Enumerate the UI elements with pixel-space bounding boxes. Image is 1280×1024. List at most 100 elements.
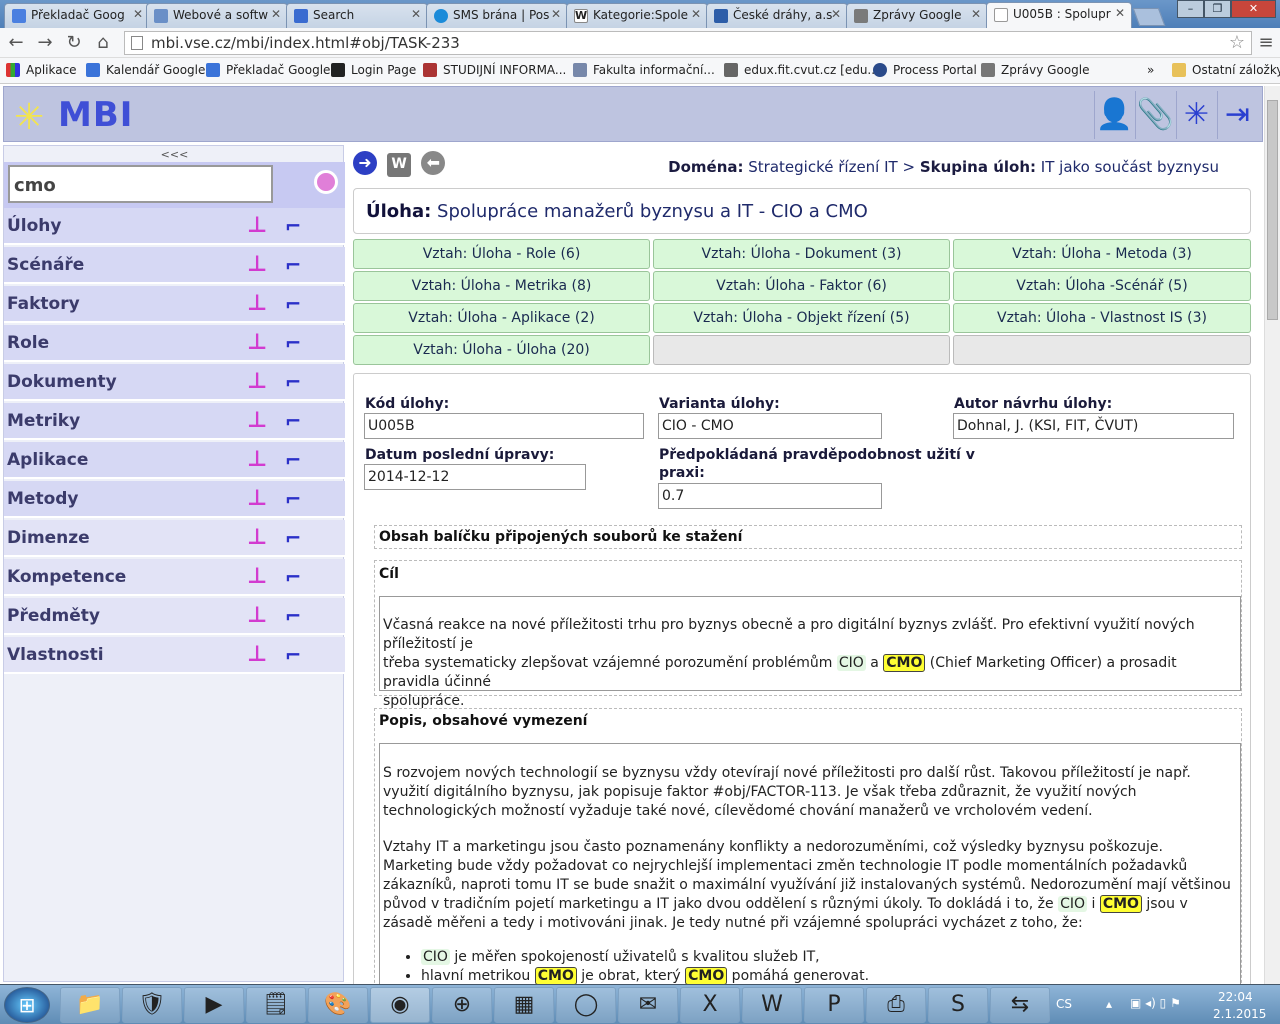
browser-tab[interactable]: České dráhy, a.s ✕: [706, 3, 848, 28]
tray-icons[interactable]: ▣ ◂) ▯ ⚑: [1130, 996, 1181, 1010]
tab-close-icon[interactable]: ✕: [411, 7, 421, 21]
bookmark-item[interactable]: Překladač Google: [206, 63, 330, 77]
browser-tab-active[interactable]: U005B : Spolupr ✕: [986, 2, 1132, 29]
stairs-icon[interactable]: ⌐: [278, 447, 308, 473]
date-field[interactable]: 2014-12-12: [364, 464, 586, 490]
tree-icon[interactable]: ⊥: [242, 291, 272, 317]
back-icon[interactable]: ←: [4, 32, 28, 53]
stairs-icon[interactable]: ⌐: [278, 330, 308, 356]
calculator-icon[interactable]: ▦: [494, 987, 554, 1023]
stairs-icon[interactable]: ⌐: [278, 369, 308, 395]
shield-app-icon[interactable]: 🛡: [122, 987, 182, 1023]
stairs-icon[interactable]: ⌐: [278, 642, 308, 668]
stairs-icon[interactable]: ⌐: [278, 564, 308, 590]
keyword-cmo[interactable]: CMO: [534, 967, 577, 985]
page-scrollbar[interactable]: [1264, 86, 1280, 984]
stairs-icon[interactable]: ⌐: [278, 213, 308, 239]
sidebar-item-metriky[interactable]: Metriky ⊥ ⌐: [4, 403, 345, 440]
browser-tab[interactable]: Zprávy Google ✕: [846, 3, 988, 28]
stairs-icon[interactable]: ⌐: [278, 252, 308, 278]
bookmark-star-icon[interactable]: ☆: [1229, 32, 1245, 53]
sidebar-item-dimenze[interactable]: Dimenze ⊥ ⌐: [4, 520, 345, 557]
address-bar[interactable]: mbi.vse.cz/mbi/index.html#obj/TASK-233 ☆: [124, 31, 1252, 55]
tab-close-icon[interactable]: ✕: [271, 7, 281, 21]
close-window-icon[interactable]: ✕: [1231, 0, 1276, 18]
skype-icon[interactable]: S: [928, 987, 988, 1023]
tree-icon[interactable]: ⊥: [242, 603, 272, 629]
browser-tab[interactable]: Překladač Goog ✕: [4, 3, 150, 28]
tree-icon[interactable]: ⊥: [242, 369, 272, 395]
variant-field[interactable]: CIO - CMO: [658, 413, 882, 439]
scrollbar-thumb[interactable]: [1267, 100, 1278, 320]
forward-arrow-icon[interactable]: ➜: [353, 151, 377, 175]
clock-date[interactable]: 2.1.2015: [1213, 1007, 1266, 1021]
tree-icon[interactable]: ⊥: [242, 486, 272, 512]
tree-icon[interactable]: ⊥: [242, 252, 272, 278]
browser-tab[interactable]: Webové a softw ✕: [146, 3, 288, 28]
browser-tab[interactable]: SMS brána | Pos ✕: [426, 3, 568, 28]
bookmark-item[interactable]: Zprávy Google: [981, 63, 1089, 77]
relation-button[interactable]: Vztah: Úloha - Metrika (8): [353, 271, 650, 301]
bookmark-item[interactable]: Process Portal: [873, 63, 977, 77]
relation-button[interactable]: Vztah: Úloha - Objekt řízení (5): [653, 303, 950, 333]
stairs-icon[interactable]: ⌐: [278, 408, 308, 434]
powerpoint-icon[interactable]: P: [804, 987, 864, 1023]
tab-close-icon[interactable]: ✕: [971, 7, 981, 21]
back-arrow-icon[interactable]: ⬅: [421, 151, 446, 175]
search-input[interactable]: cmo: [8, 165, 273, 203]
bookmark-item[interactable]: Login Page: [331, 63, 416, 77]
tree-icon[interactable]: ⊥: [242, 564, 272, 590]
probability-field[interactable]: 0.7: [658, 483, 882, 509]
chrome-icon[interactable]: ◉: [370, 987, 430, 1023]
outlook-icon[interactable]: ✉: [618, 987, 678, 1023]
domain-link[interactable]: Strategické řízení IT: [748, 158, 897, 176]
bookmark-item[interactable]: STUDIJNÍ INFORMA...: [423, 63, 566, 77]
language-indicator[interactable]: CS: [1056, 997, 1072, 1011]
stairs-icon[interactable]: ⌐: [278, 486, 308, 512]
reload-icon[interactable]: ↻: [62, 32, 86, 53]
lifebuoy-icon[interactable]: ⊕: [432, 987, 492, 1023]
tab-close-icon[interactable]: ✕: [691, 7, 701, 21]
sidebar-item-ulohy[interactable]: Úlohy ⊥ ⌐: [4, 208, 345, 245]
user-icon[interactable]: 👤: [1094, 91, 1134, 139]
stairs-icon[interactable]: ⌐: [278, 603, 308, 629]
tree-icon[interactable]: ⊥: [242, 447, 272, 473]
sidebar-item-aplikace[interactable]: Aplikace ⊥ ⌐: [4, 442, 345, 479]
other-bookmarks-folder[interactable]: Ostatní záložky: [1172, 63, 1280, 77]
collapse-sidebar-button[interactable]: <<<: [4, 148, 345, 161]
tree-icon[interactable]: ⊥: [242, 330, 272, 356]
sidebar-item-dokumenty[interactable]: Dokumenty ⊥ ⌐: [4, 364, 345, 401]
relation-button[interactable]: Vztah: Úloha - Faktor (6): [653, 271, 950, 301]
tree-icon[interactable]: ⊥: [242, 408, 272, 434]
relation-button[interactable]: Vztah: Úloha - Dokument (3): [653, 239, 950, 269]
bookmark-item[interactable]: edux.fit.cvut.cz [edu...: [724, 63, 879, 77]
relation-button[interactable]: Vztah: Úloha - Vlastnost IS (3): [953, 303, 1251, 333]
start-button[interactable]: ⊞: [4, 987, 50, 1023]
keyword-cmo[interactable]: CMO: [883, 654, 926, 672]
excel-icon[interactable]: X: [680, 987, 740, 1023]
browser-tab[interactable]: Search ✕: [286, 3, 428, 28]
bookmark-item[interactable]: Kalendář Google: [86, 63, 205, 77]
tree-icon[interactable]: ⊥: [242, 642, 272, 668]
relation-button[interactable]: Vztah: Úloha -Scénář (5): [953, 271, 1251, 301]
mbi-logo[interactable]: ✳ MBI: [14, 95, 133, 138]
tree-icon[interactable]: ⊥: [242, 213, 272, 239]
tab-close-icon[interactable]: ✕: [551, 7, 561, 21]
sidebar-item-kompetence[interactable]: Kompetence ⊥ ⌐: [4, 559, 345, 596]
logout-icon[interactable]: ⇥: [1217, 91, 1257, 139]
clock-time[interactable]: 22:04: [1218, 990, 1253, 1004]
keyword-cmo[interactable]: CMO: [685, 967, 728, 985]
relation-button[interactable]: Vztah: Úloha - Role (6): [353, 239, 650, 269]
code-field[interactable]: U005B: [364, 413, 644, 439]
bookmark-item[interactable]: Fakulta informační...: [573, 63, 715, 77]
sun-settings-icon[interactable]: ✳: [1176, 91, 1216, 139]
circle-app-icon[interactable]: ◯: [556, 987, 616, 1023]
tab-close-icon[interactable]: ✕: [133, 7, 143, 21]
paperclip-icon[interactable]: 📎: [1135, 91, 1175, 139]
home-icon[interactable]: ⌂: [91, 32, 115, 53]
stairs-icon[interactable]: ⌐: [278, 525, 308, 551]
author-field[interactable]: Dohnal, J. (KSI, FIT, ČVUT): [953, 413, 1234, 439]
keyword-cmo[interactable]: CMO: [1099, 895, 1142, 913]
network-app-icon[interactable]: ⇆: [990, 987, 1050, 1023]
pdf-icon[interactable]: ⎙: [866, 987, 926, 1023]
